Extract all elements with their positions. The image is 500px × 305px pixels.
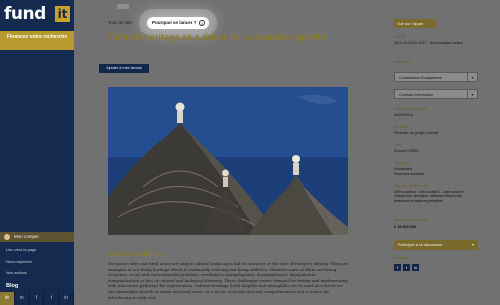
deadline-value: 04/09/2016: [394, 113, 414, 117]
linkedin-icon[interactable]: in: [412, 264, 419, 271]
linkedin-icon-2[interactable]: in: [59, 292, 74, 305]
contract-select[interactable]: Contract information ▾: [394, 89, 478, 99]
sidebar-social-bar: ✉ in f t in: [0, 292, 74, 305]
deadline-label: Date de soumission: [394, 107, 428, 111]
contract-select-value: Contract information: [399, 93, 434, 97]
budget-value: € 15.000.000: [394, 225, 417, 229]
twitter-icon[interactable]: t: [44, 292, 60, 305]
info-icon: i: [199, 20, 205, 26]
place-label: Lieu: [394, 143, 402, 147]
sidebar-link-1[interactable]: Lien vers la page: [6, 247, 36, 252]
chevron-down-icon: ▾: [471, 242, 474, 247]
facebook-icon[interactable]: f: [30, 292, 45, 305]
blog-link[interactable]: Blog: [6, 283, 18, 289]
trulli-photo: [108, 87, 348, 235]
back-tab[interactable]: [117, 4, 129, 9]
account-icon: [4, 234, 10, 240]
body-text: European cities and rural areas are uniq…: [108, 261, 348, 300]
topic-label: Type de programme: [394, 184, 428, 188]
logo-box: it: [55, 6, 70, 22]
logo[interactable]: fund it: [4, 4, 70, 24]
twitter-icon[interactable]: t: [403, 264, 410, 271]
budget-label: Montant par lauréat: [394, 218, 427, 222]
view-call-button[interactable]: Voir sur l'appel: [394, 19, 436, 28]
tooltip-text: Pourquoi se lancer ?: [152, 20, 197, 25]
linkedin-icon[interactable]: in: [15, 292, 30, 305]
facebook-icon[interactable]: f: [394, 264, 401, 271]
finance-research-button[interactable]: Financez votre recherche: [0, 31, 74, 50]
topic-value: Défis sociétaux : Défi sociétal 5 - Lutt…: [394, 190, 464, 203]
sidebar: fund it Financez votre recherche Mon com…: [0, 0, 74, 305]
share-icons: f t in: [394, 264, 419, 271]
institution-select[interactable]: Commission Européenne ▾: [394, 72, 478, 82]
tag-inline: Tous de site: [108, 20, 133, 25]
call-id-value: SCS-21-2016-2017 - to innovation action: [394, 41, 463, 45]
section-title: Specific Challenge: [108, 252, 162, 258]
type-label: Modalité: [394, 125, 409, 129]
type-value: Financer un projet collectif: [394, 131, 439, 135]
sidebar-link-3[interactable]: Nos actions: [6, 270, 27, 275]
institution-label: Institution: [394, 60, 411, 64]
my-account-button[interactable]: Mon compte: [0, 232, 74, 242]
chevron-down-icon: ▾: [467, 73, 477, 82]
account-label: Mon compte: [14, 234, 39, 239]
chevron-down-icon: ▾: [467, 90, 477, 99]
logo-text: fund: [4, 4, 46, 24]
sidebar-link-2[interactable]: Nous rejoindre: [6, 259, 32, 264]
institution-select-value: Commission Européenne: [399, 76, 442, 80]
mail-icon[interactable]: ✉: [0, 292, 15, 305]
share-label: Partager: [394, 256, 409, 260]
discipline-label: Discipline: [394, 161, 411, 165]
main-content: Tous de site Pourquoi se lancer ? i Cult…: [74, 0, 500, 305]
call-id-label: Call ID: [394, 35, 406, 39]
discipline-value: Humanités Sciences sociales: [394, 167, 425, 176]
add-favorite-button[interactable]: Ajouter à mes favoris: [99, 64, 149, 73]
place-value: Europe H2020: [394, 149, 419, 153]
why-apply-tooltip[interactable]: Pourquoi se lancer ? i: [147, 17, 209, 29]
page-title: Cultural heritage as a driver for sustai…: [108, 32, 327, 42]
participate-button[interactable]: Participer à la discussion ▾: [394, 240, 478, 250]
participate-label: Participer à la discussion: [398, 242, 443, 247]
